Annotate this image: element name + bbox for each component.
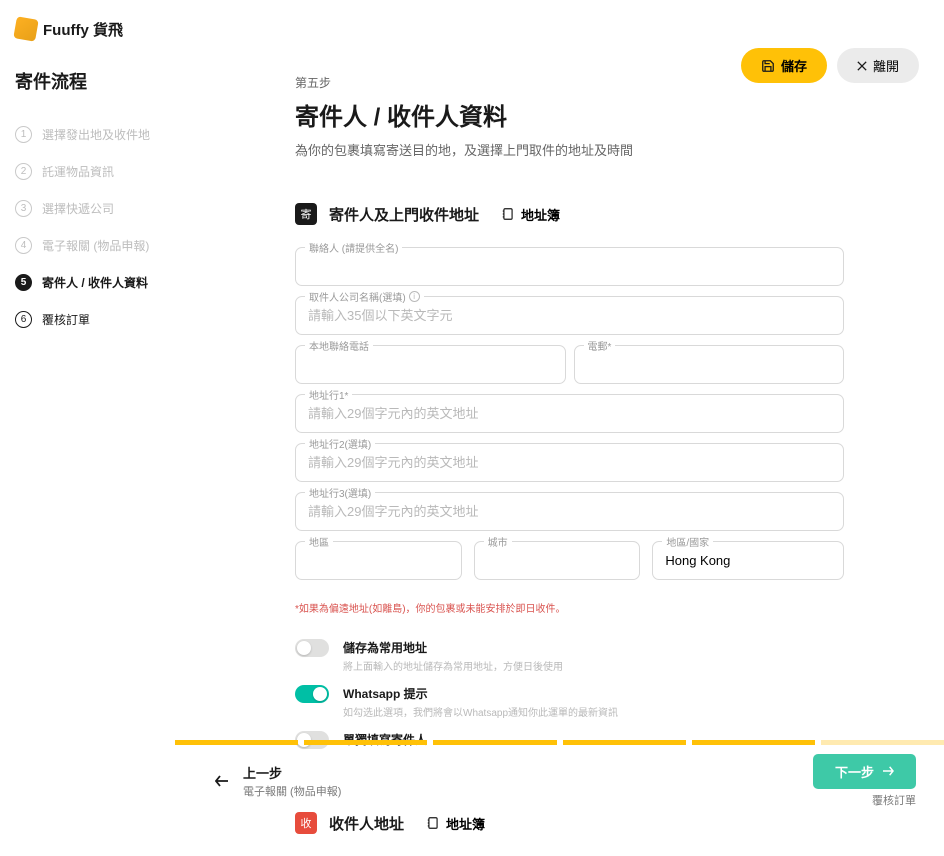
company-row: 取件人公司名稱(選填)i bbox=[295, 296, 844, 335]
addr2-row: 地址行2(選填) bbox=[295, 443, 844, 482]
country-label: 地區/國家 bbox=[662, 534, 713, 549]
progress-seg bbox=[563, 740, 686, 745]
arrow-right-icon bbox=[882, 766, 894, 776]
address-book-button[interactable]: 地址簿 bbox=[501, 205, 560, 224]
address-book-label-recv: 地址簿 bbox=[446, 814, 485, 833]
progress-seg bbox=[175, 740, 298, 745]
step-label: 寄件人 / 收件人資料 bbox=[42, 274, 148, 291]
next-sublabel: 覆核訂單 bbox=[813, 792, 916, 808]
city-label: 城市 bbox=[484, 534, 512, 549]
next-area: 下一步 覆核訂單 bbox=[813, 754, 916, 808]
district-row: 地區 bbox=[295, 541, 462, 580]
progress-seg bbox=[821, 740, 944, 745]
toggle-save-addr-switch[interactable] bbox=[295, 639, 329, 657]
step-label: 第五步 bbox=[295, 74, 844, 91]
addr2-label: 地址行2(選填) bbox=[305, 436, 375, 451]
page-subtitle: 為你的包裹填寫寄送目的地，及選擇上門取件的地址及時間 bbox=[295, 140, 844, 159]
contact-label: 聯絡人 (請提供全名) bbox=[305, 240, 402, 255]
arrow-left-icon bbox=[215, 775, 229, 787]
back-text: 上一步 電子報關 (物品申報) bbox=[243, 763, 341, 799]
sidebar-item-origin[interactable]: 1 選擇發出地及收件地 bbox=[15, 116, 175, 153]
sender-section-header: 寄 寄件人及上門收件地址 地址簿 bbox=[295, 203, 844, 225]
step-num: 3 bbox=[15, 200, 32, 217]
step-label: 選擇快遞公司 bbox=[42, 200, 114, 217]
progress-bar bbox=[175, 740, 944, 745]
step-num: 2 bbox=[15, 163, 32, 180]
sidebar-item-courier[interactable]: 3 選擇快遞公司 bbox=[15, 190, 175, 227]
addr2-input[interactable] bbox=[295, 443, 844, 482]
step-label: 覆核訂單 bbox=[42, 311, 90, 328]
address-book-icon bbox=[501, 207, 515, 221]
city-row: 城市 bbox=[474, 541, 641, 580]
progress-seg bbox=[692, 740, 815, 745]
receiver-badge: 收 bbox=[295, 812, 317, 834]
sender-badge: 寄 bbox=[295, 203, 317, 225]
addr1-label: 地址行1* bbox=[305, 387, 352, 402]
progress-seg bbox=[304, 740, 427, 745]
step-num: 1 bbox=[15, 126, 32, 143]
country-row: 地區/國家 bbox=[652, 541, 844, 580]
addr3-row: 地址行3(選填) bbox=[295, 492, 844, 531]
step-num: 4 bbox=[15, 237, 32, 254]
back-button[interactable]: 上一步 電子報關 (物品申報) bbox=[215, 763, 341, 799]
company-label: 取件人公司名稱(選填)i bbox=[305, 289, 424, 304]
address-book-icon bbox=[426, 816, 440, 830]
sidebar-item-review[interactable]: 6 覆核訂單 bbox=[15, 301, 175, 338]
address-book-label: 地址簿 bbox=[521, 205, 560, 224]
sidebar-title: 寄件流程 bbox=[15, 68, 175, 94]
progress-seg bbox=[433, 740, 556, 745]
toggle-whatsapp-switch[interactable] bbox=[295, 685, 329, 703]
addr3-label: 地址行3(選填) bbox=[305, 485, 375, 500]
sidebar-steps: 1選擇發出地及收件地 2託運物品資訊 3選擇快遞公司 4電子報關 (物品申報) … bbox=[15, 116, 175, 338]
toggle-save-addr: 儲存為常用地址 將上面輸入的地址儲存為常用地址，方便日後使用 bbox=[295, 633, 844, 679]
email-label: 電郵* bbox=[584, 338, 616, 353]
receiver-section-header: 收 收件人地址 地址簿 bbox=[295, 812, 844, 834]
remote-note: *如果為偏遠地址(如離島)，你的包裹或未能安排於即日收件。 bbox=[295, 600, 844, 615]
step-label: 託運物品資訊 bbox=[42, 163, 114, 180]
step-label: 電子報關 (物品申報) bbox=[42, 237, 149, 254]
toggle-title: Whatsapp 提示 bbox=[343, 685, 618, 702]
toggle-desc: 如勾选此選項，我們將會以Whatsapp通知你此運單的最新資訊 bbox=[343, 704, 618, 719]
back-label: 上一步 bbox=[243, 763, 341, 782]
info-icon[interactable]: i bbox=[409, 291, 420, 302]
page-title: 寄件人 / 收件人資料 bbox=[295, 97, 844, 132]
phone-label: 本地聯絡電話 bbox=[305, 338, 373, 353]
addr1-row: 地址行1* bbox=[295, 394, 844, 433]
step-label: 選擇發出地及收件地 bbox=[42, 126, 150, 143]
contact-row: 聯絡人 (請提供全名) bbox=[295, 247, 844, 286]
toggle-whatsapp: Whatsapp 提示 如勾选此選項，我們將會以Whatsapp通知你此運單的最… bbox=[295, 679, 844, 725]
main-content: 第五步 寄件人 / 收件人資料 為你的包裹填寫寄送目的地，及選擇上門取件的地址及… bbox=[175, 0, 944, 856]
toggle-title: 儲存為常用地址 bbox=[343, 639, 563, 656]
district-label: 地區 bbox=[305, 534, 333, 549]
email-row: 電郵* bbox=[574, 345, 845, 384]
sidebar-item-customs[interactable]: 4 電子報關 (物品申報) bbox=[15, 227, 175, 264]
logo-text: Fuuffy 貨飛 bbox=[43, 19, 123, 40]
sidebar-item-items[interactable]: 2 託運物品資訊 bbox=[15, 153, 175, 190]
logo[interactable]: Fuuffy 貨飛 bbox=[15, 18, 175, 40]
addr1-input[interactable] bbox=[295, 394, 844, 433]
footer: 上一步 電子報關 (物品申報) 下一步 覆核訂單 bbox=[175, 750, 944, 810]
step-num: 5 bbox=[15, 274, 32, 291]
phone-row: 本地聯絡電話 bbox=[295, 345, 566, 384]
addr3-input[interactable] bbox=[295, 492, 844, 531]
toggle-text: 儲存為常用地址 將上面輸入的地址儲存為常用地址，方便日後使用 bbox=[343, 639, 563, 673]
address-book-button-recv[interactable]: 地址簿 bbox=[426, 814, 485, 833]
sender-section-title: 寄件人及上門收件地址 bbox=[329, 204, 479, 225]
step-num: 6 bbox=[15, 311, 32, 328]
box-icon bbox=[13, 16, 38, 41]
toggle-text: Whatsapp 提示 如勾选此選項，我們將會以Whatsapp通知你此運單的最… bbox=[343, 685, 618, 719]
receiver-section-title: 收件人地址 bbox=[329, 813, 404, 834]
sidebar: Fuuffy 貨飛 寄件流程 1 選擇發出地及收件地 2 託運物品資訊 3 選擇快遞公… bbox=[0, 0, 175, 810]
next-label: 下一步 bbox=[835, 762, 874, 781]
sidebar-item-sender[interactable]: 5 寄件人 / 收件人資料 bbox=[15, 264, 175, 301]
back-sublabel: 電子報關 (物品申報) bbox=[243, 783, 341, 799]
toggle-desc: 將上面輸入的地址儲存為常用地址，方便日後使用 bbox=[343, 658, 563, 673]
next-button[interactable]: 下一步 bbox=[813, 754, 916, 789]
